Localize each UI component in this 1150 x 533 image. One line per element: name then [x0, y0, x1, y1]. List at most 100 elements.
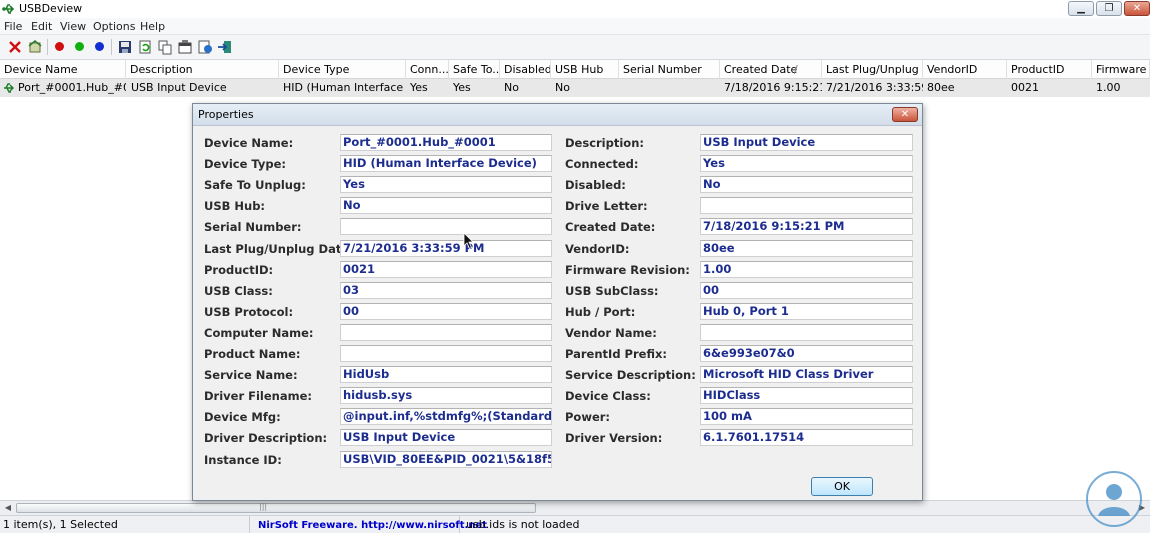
property-value-field[interactable]	[340, 218, 552, 235]
nirsoft-link[interactable]: NirSoft Freeware. http://www.nirsoft.net	[250, 516, 487, 533]
column-vendor-id[interactable]: VendorID	[923, 60, 1007, 79]
scrollbar-thumb[interactable]: |||	[16, 502, 536, 513]
property-label: Connected:	[565, 157, 639, 171]
column-device-type[interactable]: Device Type	[279, 60, 406, 79]
property-value-field[interactable]: 0021	[340, 261, 552, 278]
property-value-field[interactable]: 00	[700, 282, 913, 299]
property-value-field[interactable]: No	[700, 176, 913, 193]
column-created-date[interactable]: Created Date /	[720, 60, 822, 79]
property-value-field[interactable]: No	[340, 197, 552, 214]
table-row[interactable]: Port_#0001.Hub_#0001 USB Input Device HI…	[0, 79, 1150, 97]
column-serial-number[interactable]: Serial Number	[619, 60, 720, 79]
menu-view[interactable]: View	[60, 20, 86, 33]
property-value-field[interactable]: 00	[340, 303, 552, 320]
property-label: Serial Number:	[204, 220, 302, 234]
horizontal-scrollbar[interactable]: ◀ ||| ▶	[0, 500, 1150, 515]
property-label: USB Class:	[204, 284, 273, 298]
menu-file[interactable]: File	[4, 20, 22, 33]
property-value-field[interactable]: HidUsb	[340, 366, 552, 383]
dialog-close-button[interactable]: ✕	[892, 107, 918, 122]
property-label: Vendor Name:	[565, 326, 657, 340]
column-device-name[interactable]: Device Name	[0, 60, 126, 79]
restore-icon: ❐	[1104, 3, 1114, 14]
property-value-field[interactable]: HID (Human Interface Device)	[340, 155, 552, 172]
cell-product-id: 0021	[1011, 81, 1039, 94]
uninstall-icon[interactable]	[26, 38, 44, 56]
property-value-field[interactable]: USB Input Device	[700, 134, 913, 151]
property-label: Device Type:	[204, 157, 287, 171]
property-label: ProductID:	[204, 263, 274, 277]
disable-icon[interactable]	[55, 42, 64, 51]
property-value-field[interactable]: 6.1.7601.17514	[700, 429, 913, 446]
html-report-icon[interactable]	[196, 38, 214, 56]
property-label: Firmware Revision:	[565, 263, 690, 277]
dialog-title-bar[interactable]: Properties ✕	[193, 104, 922, 126]
property-value-field[interactable]: Port_#0001.Hub_#0001	[340, 134, 552, 151]
column-safe-to-unplug[interactable]: Safe To...	[449, 60, 500, 79]
menu-help[interactable]: Help	[140, 20, 165, 33]
property-label: Device Mfg:	[204, 410, 281, 424]
scroll-left-icon[interactable]: ◀	[2, 503, 14, 513]
property-value-field[interactable]: 7/21/2016 3:33:59 PM	[340, 240, 552, 257]
property-value-field[interactable]: USB Input Device	[340, 429, 552, 446]
property-value-field[interactable]: Microsoft HID Class Driver	[700, 366, 913, 383]
refresh-icon[interactable]	[136, 38, 154, 56]
restore-button[interactable]: ❐	[1096, 1, 1122, 16]
property-value-field[interactable]: Yes	[700, 155, 913, 172]
cell-device-type: HID (Human Interface D...	[283, 81, 406, 94]
column-disabled[interactable]: Disabled	[500, 60, 551, 79]
watermark-logo	[1086, 471, 1142, 527]
column-firmware-revision[interactable]: Firmware R...	[1092, 60, 1150, 79]
property-value-field[interactable]: 1.00	[700, 261, 913, 278]
column-header: Device Name Description Device Type Conn…	[0, 60, 1150, 79]
property-value-field[interactable]	[340, 324, 552, 341]
menu-options[interactable]: Options	[93, 20, 135, 33]
property-value-field[interactable]: HIDClass	[700, 387, 913, 404]
column-product-id[interactable]: ProductID	[1007, 60, 1092, 79]
property-value-field[interactable]: 80ee	[700, 240, 913, 257]
nirsoft-link-text[interactable]: NirSoft Freeware. http://www.nirsoft.net	[258, 520, 487, 531]
usbdeview-window: USBDeview ▁ ❐ ✕ File Edit View Options H…	[0, 0, 1150, 533]
enable-icon[interactable]	[75, 42, 84, 51]
status-message: usb.ids is not loaded	[466, 518, 580, 531]
close-button[interactable]: ✕	[1124, 1, 1150, 16]
property-value-field[interactable]: Hub 0, Port 1	[700, 303, 913, 320]
property-label: ParentId Prefix:	[565, 347, 667, 361]
property-value-field[interactable]	[340, 345, 552, 362]
property-value-field[interactable]	[700, 197, 913, 214]
properties-icon[interactable]	[176, 38, 194, 56]
column-description[interactable]: Description	[126, 60, 279, 79]
property-value-field[interactable]: 6&e993e07&0	[700, 345, 913, 362]
column-connected[interactable]: Conn...	[406, 60, 449, 79]
exit-icon[interactable]	[216, 38, 234, 56]
title-bar: USBDeview ▁ ❐ ✕	[0, 0, 1150, 18]
property-value-field[interactable]: 03	[340, 282, 552, 299]
column-usb-hub[interactable]: USB Hub	[551, 60, 619, 79]
minimize-button[interactable]: ▁	[1068, 1, 1094, 16]
property-label: Created Date:	[565, 220, 656, 234]
ok-button[interactable]: OK	[811, 477, 873, 496]
select-icon[interactable]	[95, 42, 104, 51]
property-value-field[interactable]: USB\VID_80EE&PID_0021\5&18f54cb7	[340, 451, 552, 468]
property-value-field[interactable]: hidusb.sys	[340, 387, 552, 404]
property-value-field[interactable]: 100 mA	[700, 408, 913, 425]
menu-edit[interactable]: Edit	[31, 20, 52, 33]
toolbar-separator	[111, 39, 112, 55]
column-last-plug-unplug[interactable]: Last Plug/Unplug ...	[822, 60, 923, 79]
copy-icon[interactable]	[156, 38, 174, 56]
property-value-field[interactable]: @input.inf,%stdmfg%;(Standard syster	[340, 408, 552, 425]
cell-serial-number	[619, 79, 720, 97]
column-created-date-label: Created Date	[724, 63, 798, 76]
save-icon[interactable]	[116, 38, 134, 56]
delete-icon[interactable]	[6, 38, 24, 56]
cell-safe-to-unplug: Yes	[453, 81, 471, 94]
window-title: USBDeview	[19, 2, 83, 15]
property-label: Drive Letter:	[565, 199, 648, 213]
minimize-icon: ▁	[1077, 3, 1085, 14]
usb-app-icon	[2, 4, 15, 14]
property-value-field[interactable]: Yes	[340, 176, 552, 193]
property-value-field[interactable]	[700, 324, 913, 341]
cell-last-plug-unplug: 7/21/2016 3:33:59 ...	[826, 81, 923, 94]
property-value-field[interactable]: 7/18/2016 9:15:21 PM	[700, 218, 913, 235]
property-label: USB SubClass:	[565, 284, 659, 298]
